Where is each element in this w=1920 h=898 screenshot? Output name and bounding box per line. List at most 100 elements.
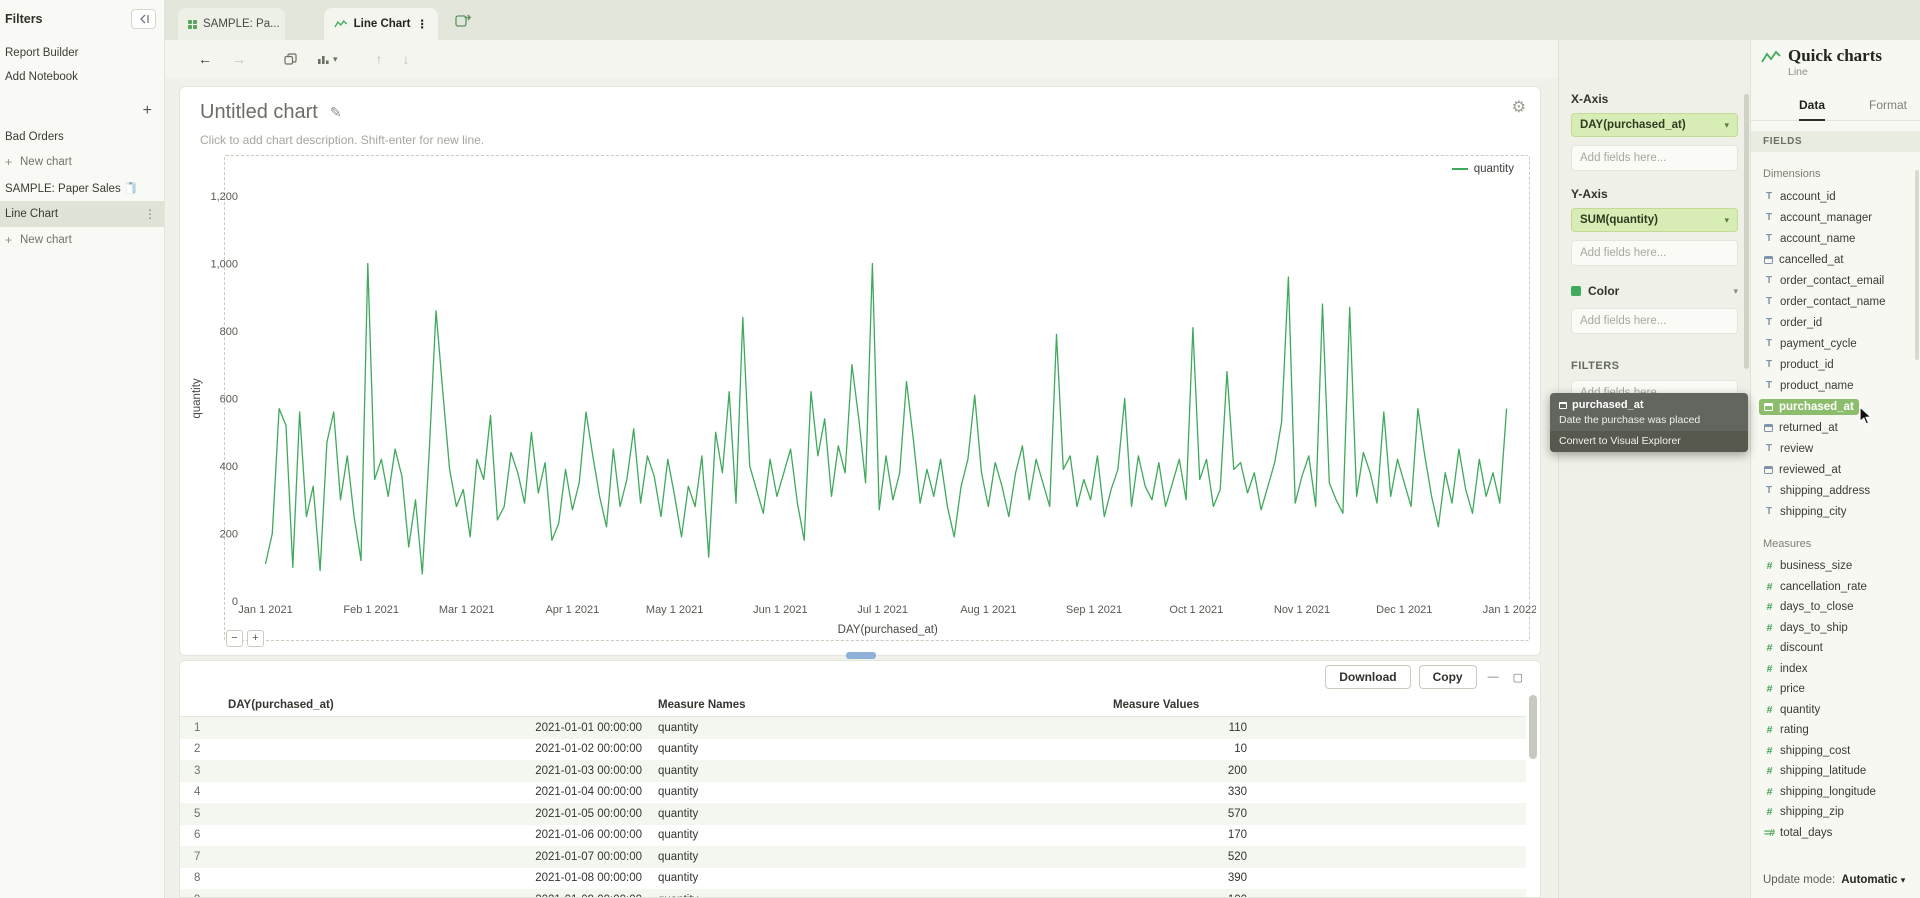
sidebar-item-new-chart-2[interactable]: + New chart [0,227,164,253]
forward-button[interactable]: → [232,51,246,67]
tab-data[interactable]: Data [1799,92,1825,121]
sidebar-add-button[interactable]: + [143,103,152,119]
sidebar-item-sample-paper-sales[interactable]: SAMPLE: Paper Sales 🧻 [0,175,164,201]
field-label: account_name [1780,233,1855,245]
tab-sample-paper-sales[interactable]: SAMPLE: Pa... [178,8,285,40]
table-row[interactable]: 72021-01-07 00:00:00quantity520 [180,846,1526,868]
download-button[interactable]: Download [1325,665,1410,689]
duplicate-button[interactable] [284,53,297,65]
measure-shipping_latitude[interactable]: #shipping_latitude [1751,761,1920,782]
dimension-reviewed_at[interactable]: reviewed_at [1751,459,1920,480]
scrollbar-thumb[interactable] [1529,695,1537,759]
measure-shipping_zip[interactable]: #shipping_zip [1751,802,1920,823]
dimension-order_contact_email[interactable]: Torder_contact_email [1751,270,1920,291]
measure-total_days[interactable]: =#total_days [1751,823,1920,844]
dimension-account_id[interactable]: Taccount_id [1751,186,1920,207]
table-row[interactable]: 82021-01-08 00:00:00quantity390 [180,868,1526,890]
sidebar-item-report-builder[interactable]: Report Builder [0,41,164,65]
dimension-purchased_at[interactable]: purchased_at [1751,396,1920,417]
svg-text:DAY(purchased_at): DAY(purchased_at) [838,624,938,636]
dimension-cancelled_at[interactable]: cancelled_at [1751,249,1920,270]
x-axis-dropzone[interactable]: Add fields here... [1571,145,1738,171]
copy-button[interactable]: Copy [1419,665,1477,689]
column-header-measure-values[interactable]: Measure Values [1105,699,1255,711]
collapse-sidebar-button[interactable] [131,9,156,29]
table-row[interactable]: 92021-01-09 00:00:00quantity100 [180,889,1526,898]
text-type-icon: T [1764,212,1774,223]
table-row[interactable]: 62021-01-06 00:00:00quantity170 [180,825,1526,847]
dimension-payment_cycle[interactable]: Tpayment_cycle [1751,333,1920,354]
table-row[interactable]: 22021-01-02 00:00:00quantity10 [180,739,1526,761]
dimension-shipping_address[interactable]: Tshipping_address [1751,480,1920,501]
chart-title[interactable]: Untitled chart [200,101,318,124]
measure-price[interactable]: #price [1751,679,1920,700]
table-scrollbar[interactable] [1529,695,1537,885]
measure-shipping_cost[interactable]: #shipping_cost [1751,741,1920,762]
back-button[interactable]: ← [198,51,212,67]
expand-table-button[interactable]: ▢ [1510,669,1526,686]
fields-scrollbar[interactable] [1915,170,1919,360]
sidebar-item-new-chart[interactable]: + New chart [0,149,164,175]
column-header-measure-names[interactable]: Measure Names [650,699,1105,711]
caret-down-icon: ▾ [1733,286,1738,297]
dimension-shipping_city[interactable]: Tshipping_city [1751,501,1920,522]
quick-charts-header: Quick charts Line [1751,40,1920,78]
chart-type-dropdown[interactable]: ▾ [317,54,338,65]
kebab-menu-icon[interactable]: ⋮ [144,207,156,221]
measure-discount[interactable]: #discount [1751,638,1920,659]
measure-quantity[interactable]: #quantity [1751,700,1920,721]
table-row[interactable]: 32021-01-03 00:00:00quantity200 [180,760,1526,782]
dimension-order_contact_name[interactable]: Torder_contact_name [1751,291,1920,312]
sidebar-item-add-notebook[interactable]: Add Notebook [0,65,164,89]
update-mode-dropdown[interactable]: Automatic ▾ [1841,874,1905,886]
bar-chart-icon [317,54,330,65]
line-chart-plot[interactable]: 02004006008001,0001,200Jan 1 2021Feb 1 2… [186,151,1536,643]
zoom-out-button[interactable]: − [226,630,243,647]
column-header-day-purchased-at[interactable]: DAY(purchased_at) [220,699,650,711]
y-axis-field-pill[interactable]: SUM(quantity) ▾ [1571,208,1738,232]
table-cell: 2021-01-09 00:00:00 [220,894,650,898]
sidebar-item-bad-orders[interactable]: Bad Orders [0,125,164,149]
edit-title-icon[interactable]: ✎ [330,104,342,121]
sort-ascending-button[interactable]: ↑ [376,51,383,67]
open-new-tab-button[interactable] [455,13,472,31]
measure-index[interactable]: #index [1751,659,1920,680]
measure-business_size[interactable]: #business_size [1751,556,1920,577]
dimension-product_name[interactable]: Tproduct_name [1751,375,1920,396]
field-label: order_contact_name [1780,296,1885,308]
measure-cancellation_rate[interactable]: #cancellation_rate [1751,577,1920,598]
tab-format[interactable]: Format [1869,92,1907,120]
dimension-product_id[interactable]: Tproduct_id [1751,354,1920,375]
table-row[interactable]: 52021-01-05 00:00:00quantity570 [180,803,1526,825]
tab-line-chart[interactable]: Line Chart ⋮ [324,8,438,40]
minimize-table-button[interactable]: — [1485,669,1502,685]
chart-settings-gear-icon[interactable]: ⚙ [1512,97,1526,117]
x-axis-field-pill[interactable]: DAY(purchased_at) ▾ [1571,113,1738,137]
dimension-account_name[interactable]: Taccount_name [1751,228,1920,249]
panel-resize-handle[interactable] [846,652,876,659]
dimension-returned_at[interactable]: returned_at [1751,417,1920,438]
field-pill: #discount [1759,640,1828,656]
table-cell: 9 [180,894,220,898]
zoom-in-button[interactable]: + [247,630,264,647]
field-pill: Taccount_id [1759,189,1841,205]
svg-text:400: 400 [220,461,238,473]
dimension-account_manager[interactable]: Taccount_manager [1751,207,1920,228]
config-scrollbar[interactable] [1744,94,1749,369]
measure-shipping_longitude[interactable]: #shipping_longitude [1751,782,1920,803]
color-dropzone[interactable]: Add fields here... [1571,308,1738,334]
table-row[interactable]: 42021-01-04 00:00:00quantity330 [180,782,1526,804]
field-label: discount [1780,642,1823,654]
y-axis-dropzone[interactable]: Add fields here... [1571,240,1738,266]
sort-descending-button[interactable]: ↓ [403,51,410,67]
dimension-order_id[interactable]: Torder_id [1751,312,1920,333]
measure-days_to_ship[interactable]: #days_to_ship [1751,618,1920,639]
table-row[interactable]: 12021-01-01 00:00:00quantity110 [180,717,1526,739]
measure-days_to_close[interactable]: #days_to_close [1751,597,1920,618]
dimension-review[interactable]: Treview [1751,438,1920,459]
measure-rating[interactable]: #rating [1751,720,1920,741]
chart-description-placeholder[interactable]: Click to add chart description. Shift-en… [200,133,484,147]
sidebar-item-line-chart[interactable]: Line Chart ⋮ [0,201,164,227]
tab-kebab-icon[interactable]: ⋮ [417,17,429,31]
color-section-header[interactable]: Color ▾ [1571,282,1738,300]
